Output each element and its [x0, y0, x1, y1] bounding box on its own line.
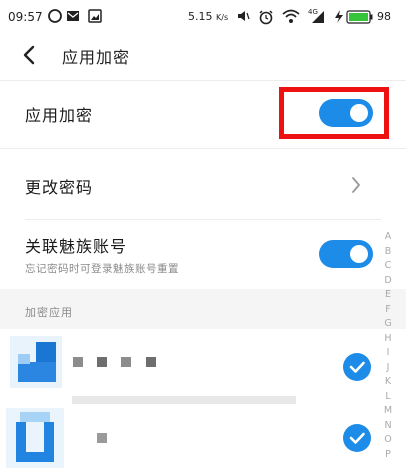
notification-circle-icon — [48, 9, 62, 23]
app-lock-label: 应用加密 — [25, 106, 94, 125]
wifi-icon — [282, 9, 300, 23]
highlight-annotation — [279, 87, 389, 139]
index-letter[interactable]: B — [380, 245, 396, 260]
back-button[interactable] — [14, 40, 44, 70]
check-icon — [349, 432, 365, 444]
row-separator-blur — [72, 396, 296, 404]
chevron-right-icon — [352, 177, 360, 193]
page-title: 应用加密 — [62, 48, 131, 67]
index-letter[interactable]: H — [380, 332, 396, 347]
pixelated-app-name — [73, 357, 83, 367]
link-account-toggle[interactable] — [319, 240, 373, 268]
toggle-knob — [350, 245, 368, 263]
index-letter[interactable]: A — [380, 230, 396, 245]
app-icon — [10, 336, 62, 388]
app-icon — [6, 408, 64, 468]
section-header: 加密应用 — [0, 289, 406, 329]
section-title: 加密应用 — [25, 306, 73, 319]
pixelated-app-name — [121, 357, 131, 367]
title-divider — [0, 80, 406, 81]
sound-off-icon — [238, 11, 250, 21]
net-speed: 5.15 K/s — [188, 10, 229, 23]
status-time: 09:57 — [8, 10, 43, 24]
index-letter[interactable]: N — [380, 419, 396, 434]
pixelated-app-name — [97, 433, 107, 443]
index-letter[interactable]: M — [380, 404, 396, 419]
change-password-label: 更改密码 — [25, 178, 94, 197]
locked-checkbox[interactable] — [343, 353, 371, 381]
battery-icon — [346, 10, 373, 24]
index-letter[interactable]: D — [380, 274, 396, 289]
index-letter[interactable]: L — [380, 390, 396, 405]
locked-checkbox[interactable] — [343, 424, 371, 452]
pixelated-app-name — [97, 357, 107, 367]
link-account-description: 忘记密码时可登录魅族账号重置 — [25, 263, 179, 275]
gallery-icon — [88, 9, 102, 23]
battery-level: 98 — [377, 10, 391, 23]
index-letter[interactable]: G — [380, 317, 396, 332]
alphabet-index[interactable]: A B C D E F G H I J K L M N O P — [380, 230, 396, 462]
index-letter[interactable]: K — [380, 375, 396, 390]
row-divider — [0, 148, 406, 149]
index-letter[interactable]: I — [380, 346, 396, 361]
row-divider — [25, 219, 381, 220]
mail-icon — [67, 11, 79, 21]
index-letter[interactable]: O — [380, 433, 396, 448]
check-icon — [349, 361, 365, 373]
index-letter[interactable]: E — [380, 288, 396, 303]
alarm-icon — [259, 10, 273, 25]
status-bar: 09:57 5.15 K/s 4G 98 — [0, 0, 406, 34]
cell-signal-icon — [312, 11, 324, 23]
charging-bolt-icon — [335, 10, 343, 23]
index-letter[interactable]: J — [380, 361, 396, 376]
index-letter[interactable]: C — [380, 259, 396, 274]
link-account-label: 关联魅族账号 — [25, 237, 128, 256]
chevron-left-icon — [23, 45, 35, 65]
index-letter[interactable]: P — [380, 448, 396, 463]
title-bar: 应用加密 — [0, 34, 406, 78]
pixelated-app-name — [146, 357, 156, 367]
index-letter[interactable]: F — [380, 303, 396, 318]
